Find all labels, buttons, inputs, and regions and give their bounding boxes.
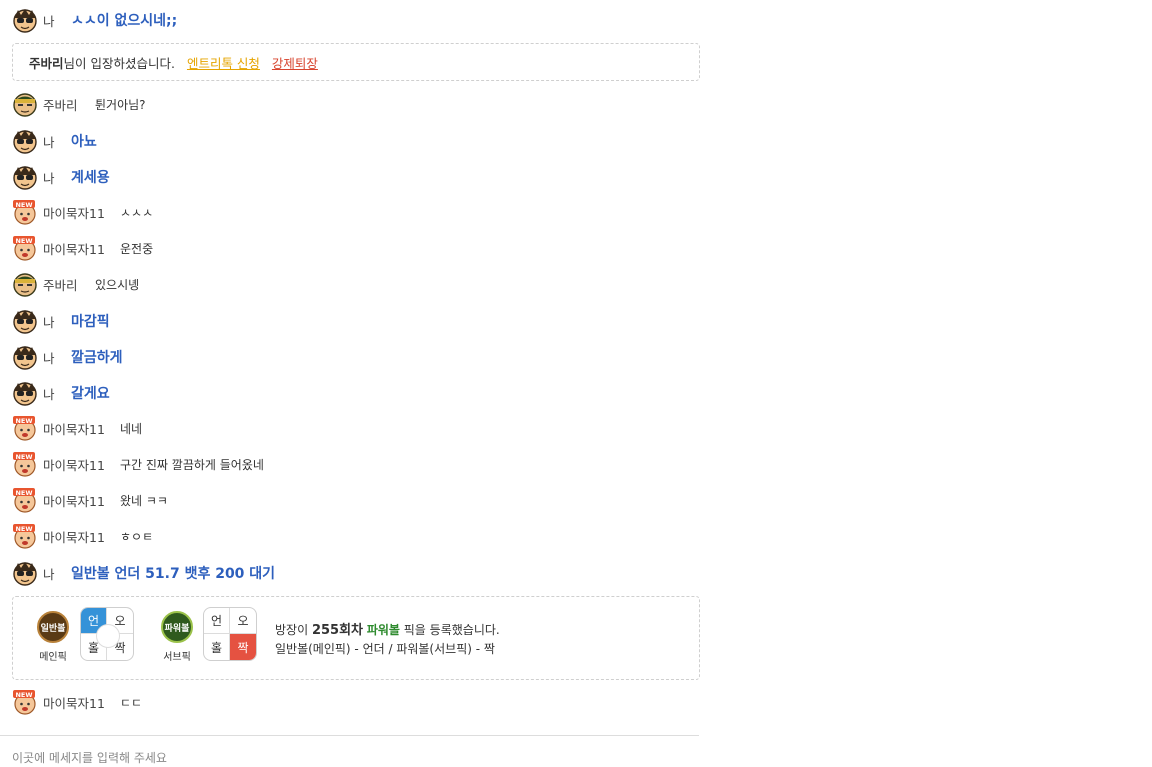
chat-nickname[interactable]: 나	[43, 348, 55, 367]
sunglasses-avatar-icon[interactable]	[12, 560, 38, 586]
chat-text: 깔금하게	[71, 350, 123, 366]
chat-nickname[interactable]: 마이묵자11	[43, 239, 105, 258]
divider	[0, 735, 699, 736]
svg-text:NEW: NEW	[15, 201, 32, 209]
sunglasses-avatar-icon[interactable]	[12, 344, 38, 370]
chat-text: 일반볼 언더 51.7 뱃후 200 대기	[71, 566, 276, 582]
sunglasses-avatar-icon[interactable]	[12, 308, 38, 334]
pick-info: 방장이 255회차 파워볼 픽을 등록했습니다. 일반볼(메인픽) - 언더 /…	[275, 621, 500, 659]
sub-under-cell: 언	[204, 608, 230, 634]
chat-text: 네네	[120, 421, 143, 436]
svg-text:NEW: NEW	[15, 691, 32, 699]
chat-message: NEW 마이묵자11 왔네 ㅋㅋ	[0, 485, 699, 515]
chat-message: 나 갈게요	[0, 378, 699, 408]
chat-text: 마감픽	[71, 314, 110, 330]
chat-message: 나 아뇨	[0, 126, 699, 156]
sub-even-cell: 짝	[230, 634, 256, 660]
pick-card: 일반볼 메인픽 언 오 홀 짝 파워볼 서브픽 언 오 홀 짝 방장이 255회…	[12, 596, 700, 680]
chat-text: 아뇨	[71, 134, 97, 150]
chat-message: 나 깔금하게	[0, 342, 699, 372]
chat-text: 있으시녱	[95, 277, 140, 292]
pick-game: 파워볼	[366, 623, 400, 637]
sub-over-cell: 오	[230, 608, 256, 634]
sub-pick-grid: 언 오 홀 짝	[203, 607, 257, 661]
chat-text: ㄷㄷ	[120, 695, 143, 710]
entry-request-link[interactable]: 엔트리톡 신청	[187, 56, 260, 71]
chat-text: 갈게요	[71, 386, 110, 402]
chat-nickname[interactable]: 나	[43, 11, 55, 30]
normal-ball-icon: 일반볼	[37, 611, 69, 643]
headband-avatar-icon[interactable]	[12, 91, 38, 117]
sunglasses-avatar-icon[interactable]	[12, 380, 38, 406]
pick-marker-icon	[96, 624, 120, 648]
chat-nickname[interactable]: 마이묵자11	[43, 455, 105, 474]
svg-text:NEW: NEW	[15, 453, 32, 461]
entered-user[interactable]: 주바리	[29, 56, 64, 71]
headband-avatar-icon[interactable]	[12, 271, 38, 297]
chat-nickname[interactable]: 주바리	[43, 275, 78, 294]
chat-message: NEW 마이묵자11 ㄷㄷ	[0, 687, 699, 717]
chat-nickname[interactable]: 마이묵자11	[43, 203, 105, 222]
new-user-avatar-icon[interactable]: NEW	[12, 689, 38, 715]
new-user-avatar-icon[interactable]: NEW	[12, 415, 38, 441]
system-notice: 주바리님이 입장하셨습니다. 엔트리톡 신청 강제퇴장	[12, 43, 700, 81]
chat-message: 주바리 있으시녱	[0, 269, 699, 299]
chat-text: 구간 진짜 깔끔하게 들어옸네	[120, 457, 264, 472]
chat-message: NEW 마이묵자11 ㅎㅇㅌ	[0, 521, 699, 551]
chat-nickname[interactable]: 나	[43, 564, 55, 583]
chat-nickname[interactable]: 나	[43, 168, 55, 187]
chat-nickname[interactable]: 나	[43, 384, 55, 403]
chat-nickname[interactable]: 나	[43, 132, 55, 151]
main-pick-label: 메인픽	[39, 652, 67, 663]
chat-message: 나 일반볼 언더 51.7 뱃후 200 대기	[0, 558, 699, 588]
chat-nickname[interactable]: 마이묵자11	[43, 527, 105, 546]
entered-text: 님이 입장하셨습니다.	[63, 56, 175, 71]
pick-round: 255회차	[311, 623, 363, 638]
chat-message: NEW 마이묵자11 구간 진짜 깔끔하게 들어옸네	[0, 449, 699, 479]
svg-text:NEW: NEW	[15, 237, 32, 245]
chat-nickname[interactable]: 마이묵자11	[43, 491, 105, 510]
chat-message: 나 계세용	[0, 162, 699, 192]
chat-nickname[interactable]: 주바리	[43, 95, 78, 114]
chat-message: 나 마감픽	[0, 306, 699, 336]
chat-text: ㅅㅅㅅ	[120, 205, 154, 220]
sunglasses-avatar-icon[interactable]	[12, 164, 38, 190]
chat-message: NEW 마이묵자11 네네	[0, 413, 699, 443]
new-user-avatar-icon[interactable]: NEW	[12, 523, 38, 549]
message-input[interactable]	[12, 749, 692, 767]
new-user-avatar-icon[interactable]: NEW	[12, 451, 38, 477]
force-kick-link[interactable]: 강제퇴장	[272, 56, 318, 71]
sunglasses-avatar-icon[interactable]	[12, 7, 38, 33]
chat-text: 왔네 ㅋㅋ	[120, 493, 168, 508]
sunglasses-avatar-icon[interactable]	[12, 128, 38, 154]
power-ball-icon: 파워볼	[161, 611, 193, 643]
svg-text:NEW: NEW	[15, 525, 32, 533]
pick-summary: 일반볼(메인픽) - 언더 / 파워볼(서브픽) - 짝	[275, 642, 495, 656]
svg-text:NEW: NEW	[15, 489, 32, 497]
chat-text: ㅎㅇㅌ	[120, 529, 154, 544]
sub-odd-cell: 홀	[204, 634, 230, 660]
chat-nickname[interactable]: 마이묵자11	[43, 419, 105, 438]
chat-message: 주바리 튄거아님?	[0, 89, 699, 119]
chat-message: NEW 마이묵자11 운전중	[0, 233, 699, 263]
sub-pick-label: 서브픽	[163, 652, 191, 663]
chat-message: 나 ㅅㅅ이 없으시네;;	[0, 5, 699, 35]
chat-text: 운전중	[120, 241, 154, 256]
new-user-avatar-icon[interactable]: NEW	[12, 199, 38, 225]
new-user-avatar-icon[interactable]: NEW	[12, 235, 38, 261]
svg-text:NEW: NEW	[15, 417, 32, 425]
chat-nickname[interactable]: 나	[43, 312, 55, 331]
chat-text: 튄거아님?	[95, 97, 146, 112]
chat-text: 계세용	[71, 170, 110, 186]
chat-nickname[interactable]: 마이묵자11	[43, 693, 105, 712]
chat-text: ㅅㅅ이 없으시네;;	[71, 13, 178, 29]
chat-message: NEW 마이묵자11 ㅅㅅㅅ	[0, 197, 699, 227]
new-user-avatar-icon[interactable]: NEW	[12, 487, 38, 513]
